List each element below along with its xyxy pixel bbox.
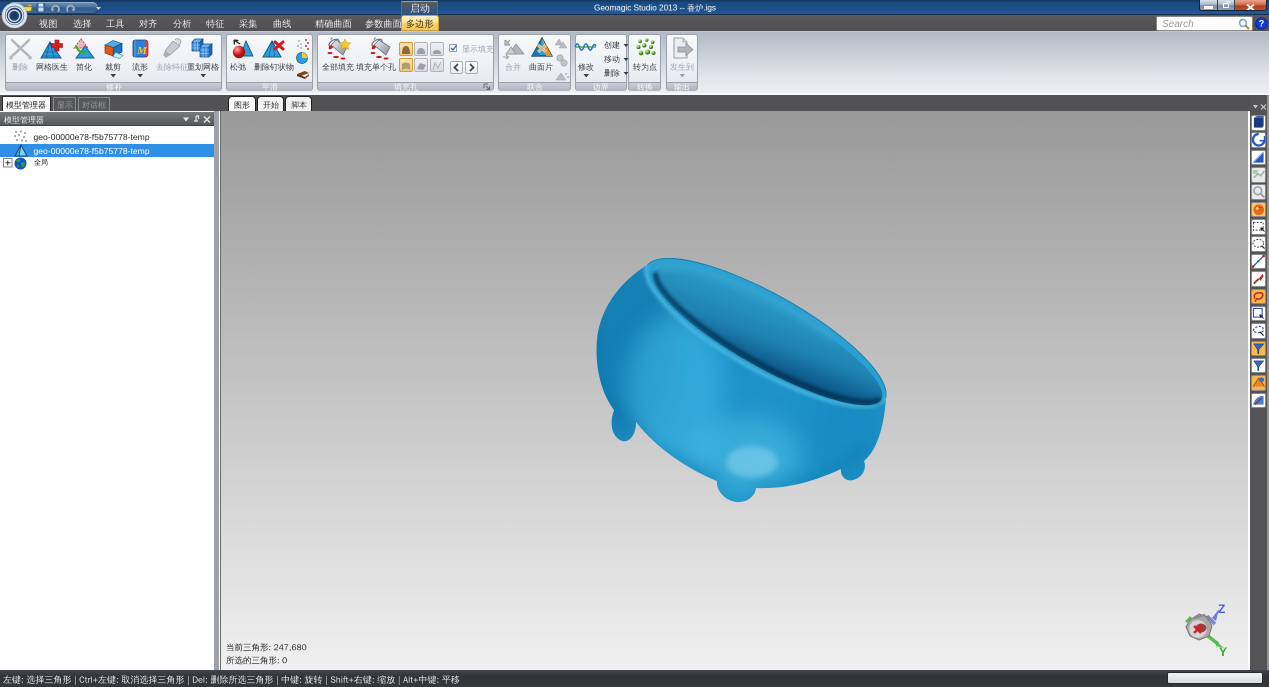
svg-text:?: ? (1259, 19, 1265, 29)
svg-text:M: M (136, 45, 148, 57)
svg-text:Y: Y (1219, 645, 1227, 658)
svg-text:Z: Z (1218, 602, 1225, 616)
